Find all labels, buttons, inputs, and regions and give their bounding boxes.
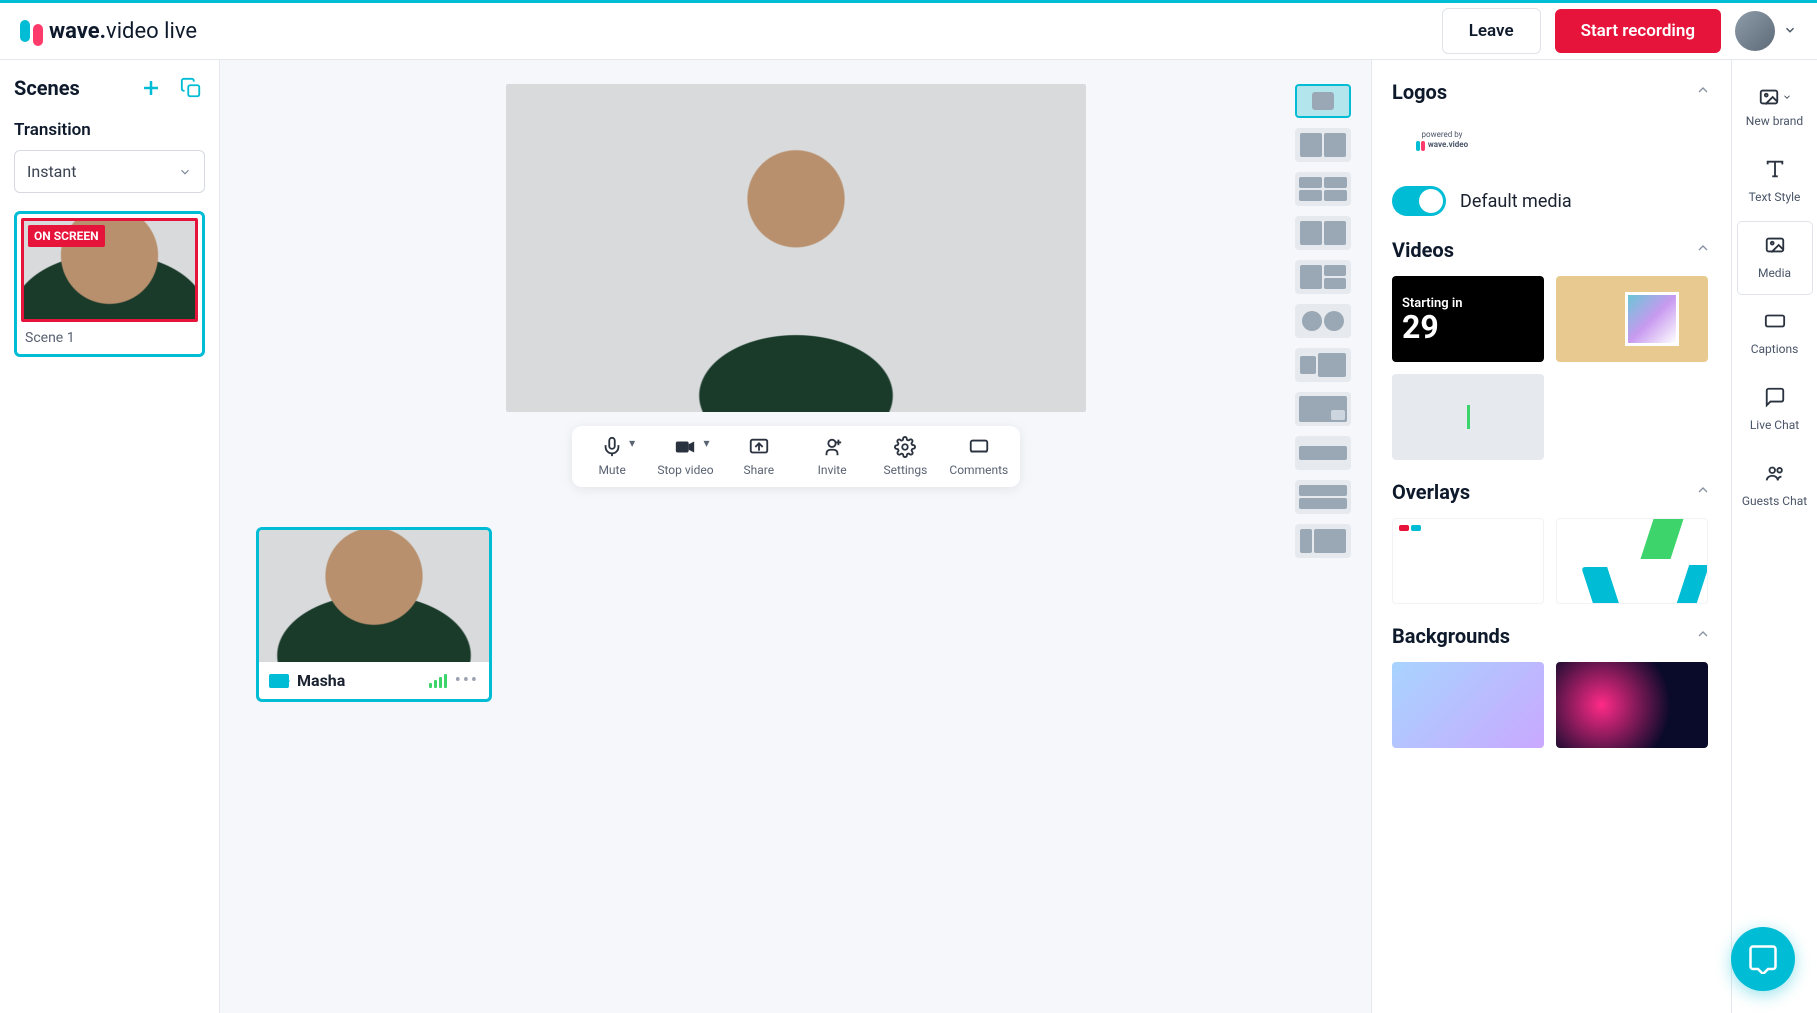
media-panel: Logos powered by wave.video Default medi… [1371,60,1731,1013]
duplicate-scene-button[interactable] [177,74,205,102]
video-thumb-2[interactable] [1556,276,1708,362]
add-scene-button[interactable] [137,74,165,102]
rail-live-chat[interactable]: Live Chat [1738,374,1812,446]
layout-single[interactable] [1295,84,1351,118]
main-video-preview [506,84,1086,412]
overlay-thumb-2[interactable] [1556,518,1708,604]
layout-four[interactable] [1295,172,1351,206]
layout-side[interactable] [1295,524,1351,558]
layout-wide[interactable] [1295,436,1351,470]
layout-1-4[interactable] [1295,260,1351,294]
transition-value: Instant [27,162,76,181]
user-menu-chevron-icon[interactable] [1783,22,1797,41]
guest-menu-button[interactable]: ••• [455,670,479,691]
layout-circles[interactable] [1295,304,1351,338]
videos-section-title: Videos [1392,238,1454,262]
guest-thumbnail [259,530,489,662]
camera-icon: ▾ [673,436,697,458]
video-thumb-countdown[interactable]: Starting in 29 [1392,276,1544,362]
image-icon [1758,86,1792,108]
default-media-toggle[interactable] [1392,186,1446,216]
chat-bubble-icon [1748,944,1778,974]
video-thumb-3[interactable] [1392,374,1544,460]
stop-video-button[interactable]: ▾ Stop video [653,436,717,477]
comments-icon [968,436,990,458]
microphone-icon: ▾ [601,436,623,458]
start-recording-button[interactable]: Start recording [1555,9,1721,53]
controls-bar: ▾ Mute ▾ Stop video Share [572,426,1020,487]
layout-pip[interactable] [1295,348,1351,382]
scenes-title: Scenes [14,76,80,100]
rail-new-brand[interactable]: New brand [1738,74,1812,142]
overlay-thumb-1[interactable] [1392,518,1544,604]
signal-icon [429,674,447,688]
transition-select[interactable]: Instant [14,150,205,193]
support-chat-button[interactable] [1731,927,1795,991]
comments-button[interactable]: Comments [947,436,1011,477]
transition-label: Transition [14,120,205,140]
logo[interactable]: wave.video live [20,19,197,44]
on-screen-badge: ON SCREEN [28,225,105,247]
chat-icon [1764,386,1786,412]
user-avatar[interactable] [1735,11,1775,51]
scene-card-1[interactable]: ON SCREEN Scene 1 [14,211,205,357]
logo-text: wave.video live [49,19,197,44]
backgrounds-section-title: Backgrounds [1392,624,1510,648]
background-thumb-1[interactable] [1392,662,1544,748]
chevron-down-icon [1782,92,1792,102]
collapse-videos-button[interactable] [1695,240,1711,260]
layout-split-bottom[interactable] [1295,480,1351,514]
scenes-panel: Scenes Transition Instant ON SCREEN Scen… [0,60,220,1013]
scene-name: Scene 1 [21,330,198,346]
brand-logo-item[interactable]: powered by wave.video [1392,118,1492,162]
text-icon [1764,158,1786,184]
rail-media[interactable]: Media [1738,222,1812,294]
settings-button[interactable]: Settings [873,436,937,477]
gear-icon [894,436,916,458]
share-button[interactable]: Share [727,436,791,477]
layout-1-2[interactable] [1295,216,1351,250]
share-icon [748,436,770,458]
guest-tile[interactable]: Masha ••• [256,527,492,702]
guest-name: Masha [297,671,421,690]
media-icon [1764,234,1786,260]
right-rail: New brand Text Style Media Captions Live… [1731,60,1817,1013]
layout-selector [1295,84,1351,558]
layout-pip-corner[interactable] [1295,392,1351,426]
main-stage: ▾ Mute ▾ Stop video Share [220,60,1371,1013]
mute-button[interactable]: ▾ Mute [580,436,644,477]
rail-guests-chat[interactable]: Guests Chat [1738,450,1812,522]
invite-icon [821,436,843,458]
overlays-section-title: Overlays [1392,480,1470,504]
scene-thumbnail: ON SCREEN [21,218,198,322]
header-actions: Leave Start recording [1442,8,1797,54]
background-thumb-2[interactable] [1556,662,1708,748]
chevron-down-icon[interactable]: ▾ [703,436,709,450]
chevron-down-icon [178,165,192,179]
rail-captions[interactable]: Captions [1738,298,1812,370]
leave-button[interactable]: Leave [1442,8,1541,54]
camera-on-icon [269,674,289,688]
logos-section-title: Logos [1392,80,1447,104]
collapse-backgrounds-button[interactable] [1695,626,1711,646]
guests-chat-icon [1764,462,1786,488]
collapse-logos-button[interactable] [1695,82,1711,102]
captions-icon [1764,310,1786,336]
invite-button[interactable]: Invite [800,436,864,477]
layout-two-h[interactable] [1295,128,1351,162]
logo-mark-icon [20,20,43,42]
default-media-label: Default media [1460,191,1572,212]
rail-text-style[interactable]: Text Style [1738,146,1812,218]
app-header: wave.video live Leave Start recording [0,0,1817,60]
collapse-overlays-button[interactable] [1695,482,1711,502]
chevron-down-icon[interactable]: ▾ [629,436,635,450]
